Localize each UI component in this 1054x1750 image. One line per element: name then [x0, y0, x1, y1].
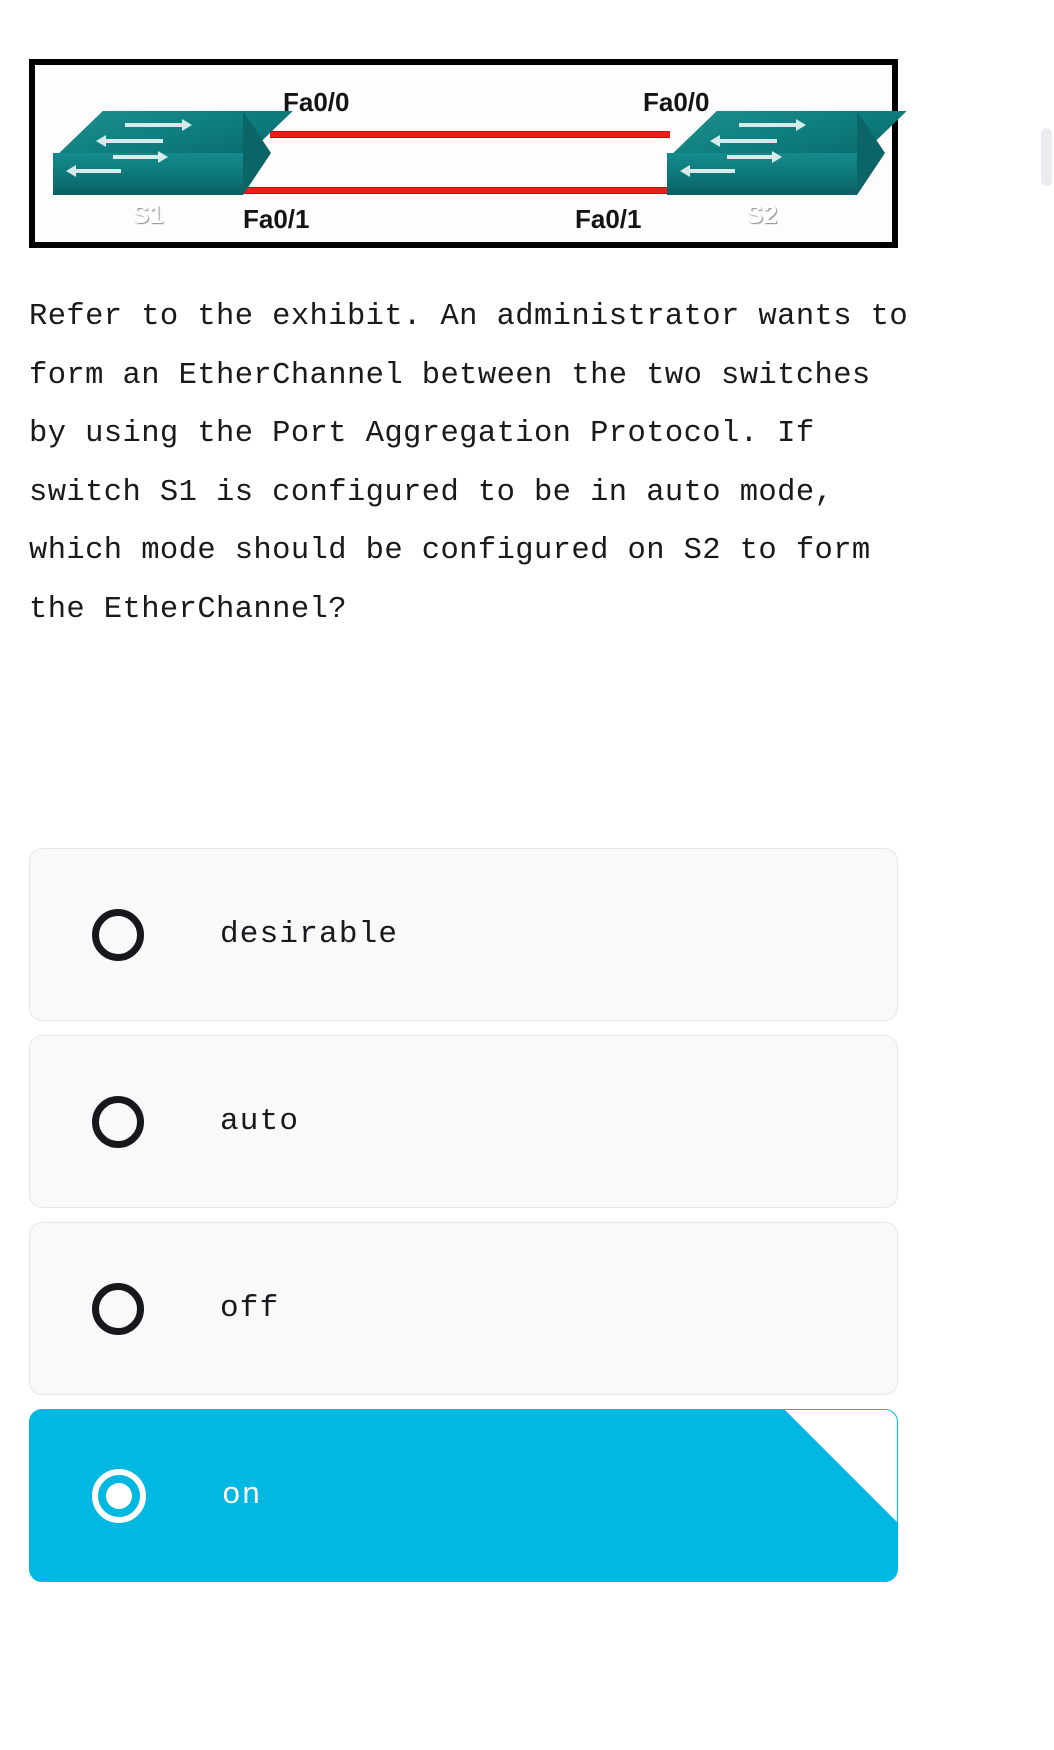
switch-name-s2: S2: [746, 201, 778, 229]
answer-option-label: off: [220, 1291, 280, 1326]
radio-button-icon[interactable]: [92, 1095, 144, 1148]
answer-option-off[interactable]: off: [29, 1222, 898, 1395]
switch-side-face-s1: [243, 111, 271, 195]
selected-corner-notch: [785, 1410, 897, 1522]
switch-arrow-icon: [727, 151, 782, 163]
switch-arrow-icon: [710, 135, 777, 147]
switch-front-face-s1: S1: [53, 153, 243, 229]
port-label-s2-fa01: Fa0/1: [575, 204, 642, 234]
answer-option-on[interactable]: on: [29, 1409, 898, 1582]
answer-option-label: auto: [220, 1104, 300, 1139]
link-fa01: [240, 187, 690, 194]
answer-option-desirable[interactable]: desirable: [29, 848, 898, 1021]
switch-front-face-s2: S2: [667, 153, 857, 229]
radio-button-icon[interactable]: [92, 908, 144, 961]
switch-arrow-icon: [680, 165, 735, 177]
answer-option-auto[interactable]: auto: [29, 1035, 898, 1208]
radio-dot-icon: [106, 1482, 132, 1509]
switch-name-s1: S1: [132, 201, 164, 229]
answer-option-label: desirable: [220, 917, 399, 952]
switch-arrow-icon: [96, 135, 163, 147]
switch-arrow-icon: [125, 119, 192, 131]
switch-icon-s1: S1: [53, 111, 293, 229]
radio-button-icon[interactable]: [92, 1282, 144, 1335]
question-text: Refer to the exhibit. An administrator w…: [29, 300, 927, 627]
switch-arrow-icon: [66, 165, 121, 177]
switch-side-face-s2: [857, 111, 885, 195]
exhibit-canvas: Fa0/0 Fa0/0 Fa0/1 Fa0/1 S1 S2: [35, 65, 907, 242]
scrollbar-thumb[interactable]: [1041, 128, 1052, 186]
switch-arrow-icon: [739, 119, 806, 131]
answer-options-list: desirable auto off on: [29, 848, 898, 1596]
link-fa00: [270, 131, 670, 138]
quiz-page: Fa0/0 Fa0/0 Fa0/1 Fa0/1 S1 S2 Refer to t…: [0, 0, 1054, 1750]
exhibit-image: Fa0/0 Fa0/0 Fa0/1 Fa0/1 S1 S2: [29, 59, 907, 248]
switch-icon-s2: S2: [667, 111, 907, 229]
radio-button-icon-selected[interactable]: [92, 1468, 146, 1523]
answer-option-label: on: [222, 1478, 262, 1513]
port-label-s1-fa01: Fa0/1: [243, 204, 310, 234]
switch-arrow-icon: [113, 151, 168, 163]
port-label-s1-fa00: Fa0/0: [283, 87, 350, 117]
